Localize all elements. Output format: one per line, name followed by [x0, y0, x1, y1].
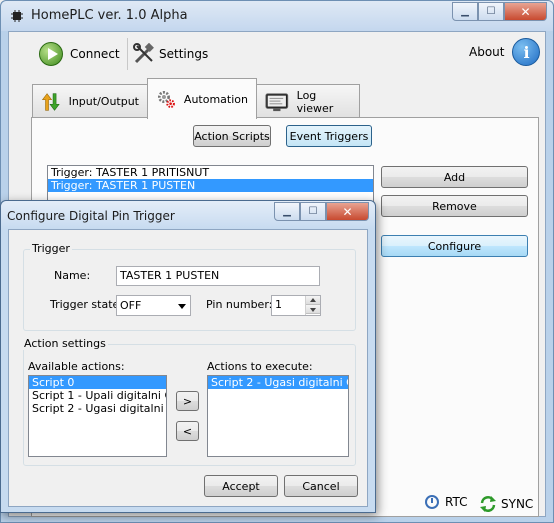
- spin-buttons: [305, 296, 320, 315]
- dialog-client-area: Trigger Name: TASTER 1 PUSTEN Trigger st…: [8, 229, 368, 507]
- sync-status: SYNC: [479, 495, 533, 513]
- rtc-label: RTC: [445, 495, 468, 509]
- minimize-button[interactable]: ▁: [452, 2, 478, 21]
- dialog-close-button[interactable]: ✕: [326, 202, 369, 221]
- spin-down-icon[interactable]: [306, 305, 320, 314]
- chevron-down-icon: [178, 304, 186, 309]
- tab-strip: Input/Output Automation Log viewer: [9, 78, 545, 119]
- list-item[interactable]: Script 2 - Ugasi digitalni OUT: [208, 376, 348, 389]
- maximize-button[interactable]: ☐: [478, 2, 504, 21]
- configure-button[interactable]: Configure: [381, 235, 528, 257]
- toolbar-separator: [127, 38, 128, 70]
- tab-log-viewer[interactable]: Log viewer: [256, 84, 360, 118]
- action-group-legend: Action settings: [22, 337, 108, 350]
- trigger-state-value: OFF: [120, 299, 142, 312]
- arrows-icon: [41, 92, 60, 111]
- settings-label: Settings: [159, 47, 209, 61]
- tab-automation[interactable]: Automation: [147, 78, 257, 119]
- actions-to-execute-label: Actions to execute:: [207, 360, 313, 373]
- settings-button[interactable]: Settings: [133, 40, 208, 68]
- available-actions-label: Available actions:: [28, 360, 125, 373]
- list-item[interactable]: Script 0: [29, 376, 166, 389]
- spin-up-icon[interactable]: [306, 296, 320, 305]
- add-button[interactable]: Add: [381, 166, 528, 188]
- actions-to-execute-list[interactable]: Script 2 - Ugasi digitalni OUT: [207, 375, 349, 457]
- toolbar: Connect Settings About i: [9, 32, 545, 74]
- clock-icon: [425, 495, 439, 509]
- available-actions-list[interactable]: Script 0 Script 1 - Upali digitalni OUT …: [28, 375, 167, 457]
- close-button[interactable]: ✕: [504, 2, 547, 21]
- tab-input-output-label: Input/Output: [68, 95, 139, 108]
- connect-button[interactable]: Connect: [39, 40, 120, 68]
- monitor-icon: [265, 92, 289, 111]
- dialog-title: Configure Digital Pin Trigger: [7, 209, 175, 223]
- dialog-maximize-button[interactable]: ☐: [300, 202, 326, 221]
- list-item[interactable]: Script 2 - Ugasi digitalni OUT: [29, 402, 166, 415]
- list-item[interactable]: Trigger: TASTER 1 PRITISNUT: [48, 166, 373, 179]
- event-triggers-button[interactable]: Event Triggers: [286, 125, 372, 147]
- connect-label: Connect: [70, 47, 120, 61]
- cancel-button[interactable]: Cancel: [284, 475, 358, 497]
- info-icon: i: [512, 38, 541, 66]
- remove-button[interactable]: Remove: [381, 195, 528, 217]
- pin-number-stepper[interactable]: 1: [271, 295, 321, 316]
- tab-input-output[interactable]: Input/Output: [32, 84, 148, 118]
- sync-icon: [480, 496, 496, 512]
- move-right-button[interactable]: >: [176, 391, 199, 411]
- accept-button[interactable]: Accept: [204, 475, 278, 497]
- pin-number-value: 1: [275, 298, 282, 311]
- tab-automation-label: Automation: [183, 92, 248, 106]
- window-title: HomePLC ver. 1.0 Alpha: [31, 8, 188, 23]
- play-icon: [39, 42, 63, 66]
- trigger-group-legend: Trigger: [30, 242, 72, 255]
- dialog-minimize-button[interactable]: ▁: [274, 202, 300, 221]
- about-label: About: [469, 45, 505, 59]
- rtc-status: RTC: [425, 495, 467, 509]
- trigger-groupbox: Trigger Name: TASTER 1 PUSTEN Trigger st…: [23, 242, 356, 331]
- tools-icon: [133, 43, 154, 64]
- dialog-caption-buttons: ▁ ☐ ✕: [274, 202, 369, 221]
- pin-number-label: Pin number:: [206, 298, 273, 311]
- dialog-titlebar[interactable]: Configure Digital Pin Trigger ▁ ☐ ✕: [1, 201, 375, 229]
- gears-icon: [157, 91, 175, 108]
- tab-log-viewer-label: Log viewer: [296, 88, 334, 115]
- move-left-button[interactable]: <: [176, 421, 199, 441]
- caption-buttons: ▁ ☐ ✕: [452, 2, 547, 21]
- list-item[interactable]: Trigger: TASTER 1 PUSTEN: [48, 179, 373, 192]
- configure-trigger-dialog: Configure Digital Pin Trigger ▁ ☐ ✕ Trig…: [0, 200, 376, 513]
- chip-icon: [11, 10, 23, 22]
- name-field[interactable]: TASTER 1 PUSTEN: [116, 266, 320, 286]
- trigger-state-label: Trigger state:: [50, 298, 124, 311]
- trigger-state-select[interactable]: OFF: [116, 295, 191, 316]
- about-button[interactable]: About i: [469, 38, 541, 66]
- list-item[interactable]: Script 1 - Upali digitalni OUT: [29, 389, 166, 402]
- main-titlebar[interactable]: HomePLC ver. 1.0 Alpha ▁ ☐ ✕: [1, 1, 553, 31]
- name-label: Name:: [54, 269, 91, 282]
- action-settings-groupbox: Action settings Available actions: Scrip…: [22, 337, 356, 466]
- sync-label: SYNC: [501, 497, 534, 511]
- action-scripts-button[interactable]: Action Scripts: [193, 125, 271, 147]
